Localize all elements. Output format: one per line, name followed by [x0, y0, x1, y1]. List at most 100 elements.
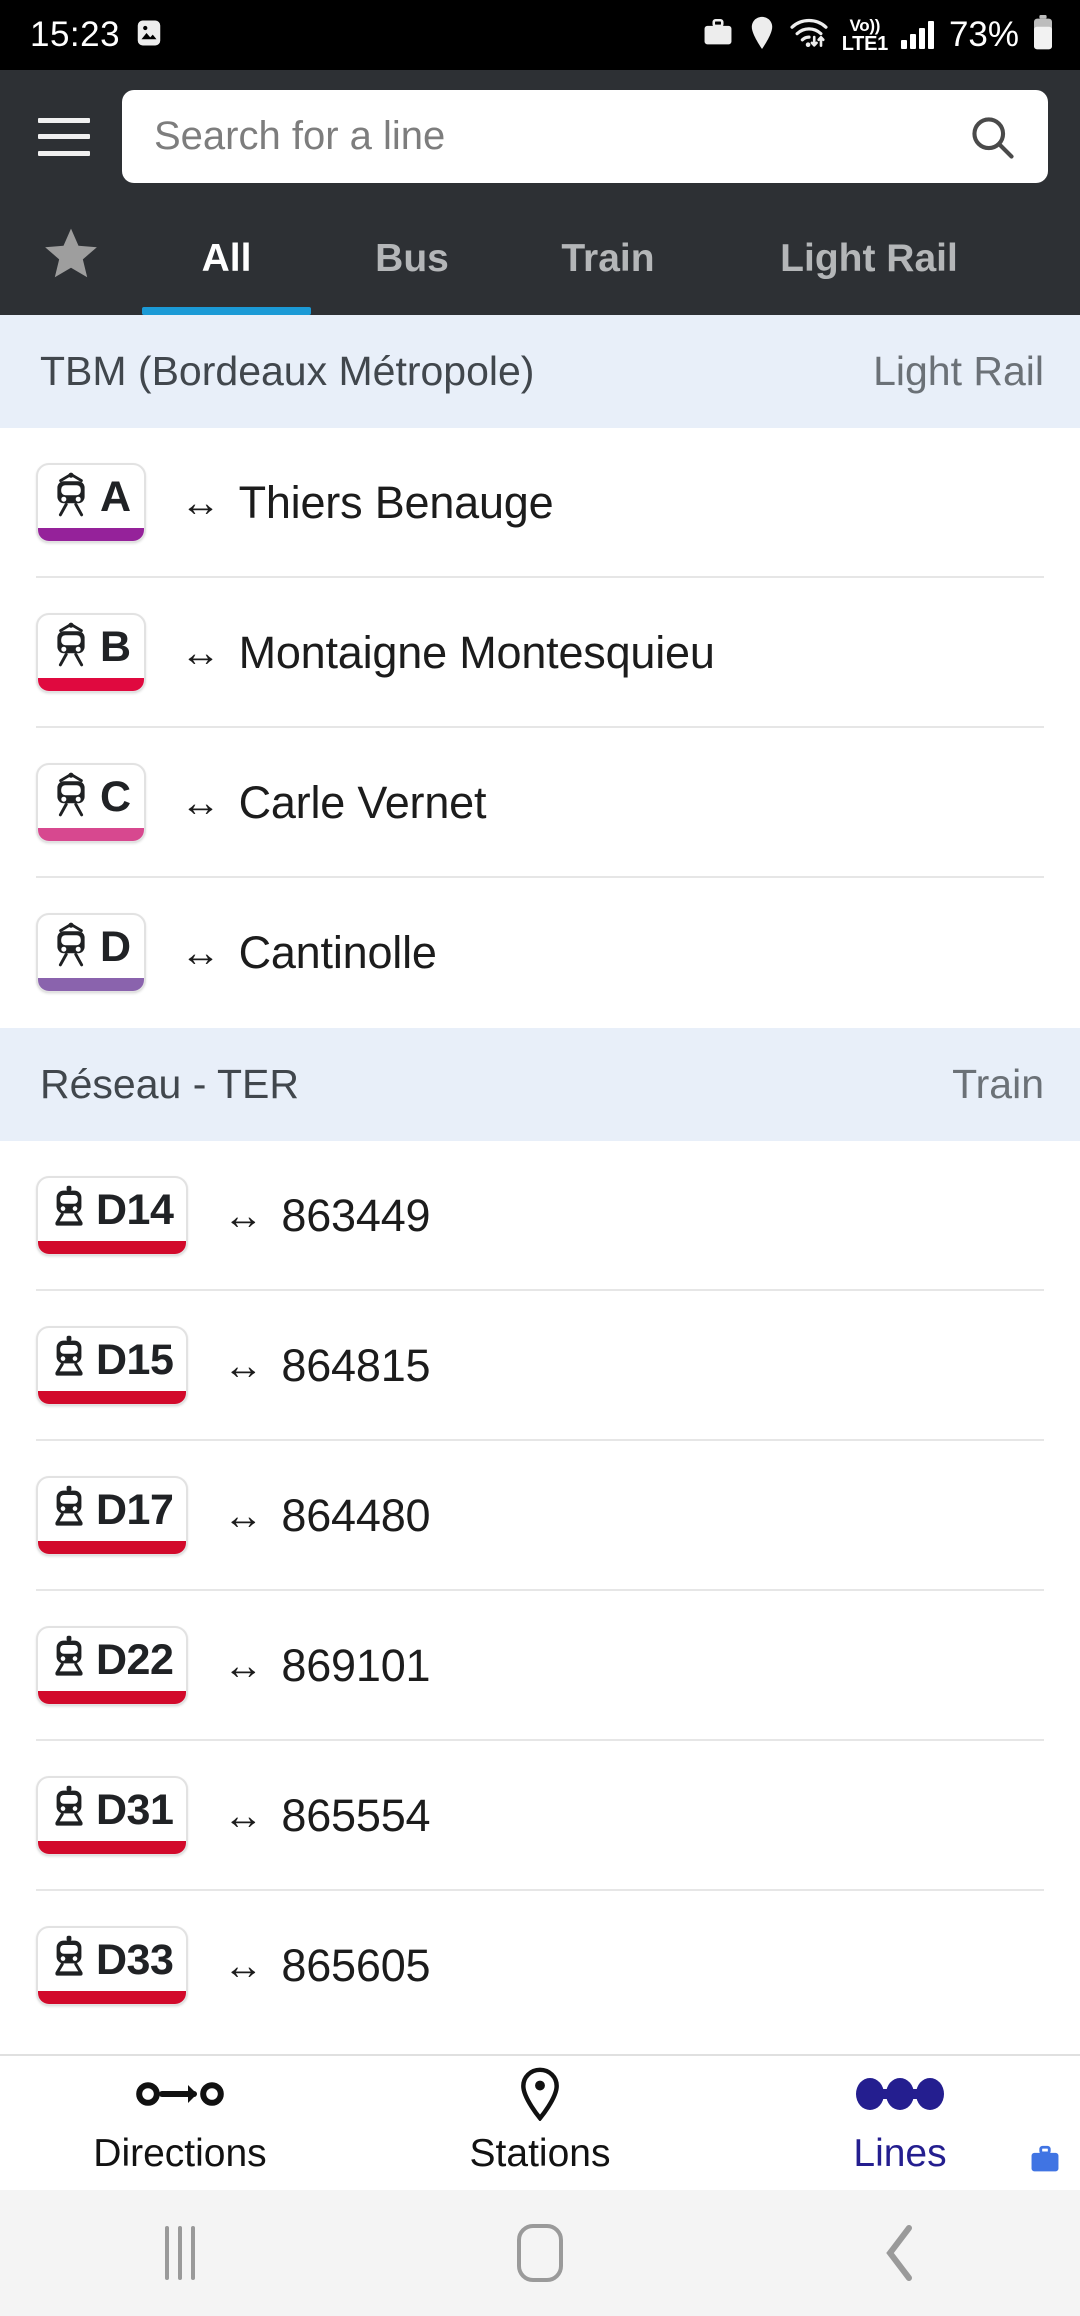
- nav-item-directions[interactable]: Directions: [0, 2056, 360, 2190]
- line-code: A: [100, 473, 131, 521]
- status-bar-left: 15:23: [30, 15, 164, 55]
- group-name: Réseau - TER: [40, 1061, 300, 1107]
- line-row[interactable]: D14 ↔ 863449: [0, 1141, 1080, 1291]
- mode-tabs: All Bus Train Light Rail: [0, 203, 1080, 315]
- line-destination: ↔ Carle Vernet: [181, 777, 487, 829]
- train-icon: [49, 1335, 89, 1386]
- line-destination-label: Montaigne Montesquieu: [238, 627, 715, 678]
- signal-bars-icon: [900, 21, 934, 49]
- location-pin-icon: [748, 16, 776, 55]
- line-destination-label: 863449: [281, 1190, 431, 1241]
- star-icon: [42, 226, 100, 292]
- back-icon[interactable]: [820, 2190, 980, 2316]
- train-icon: [49, 1635, 89, 1686]
- android-navigation-bar: [0, 2190, 1080, 2316]
- work-briefcase-icon: [1028, 2143, 1062, 2182]
- volte-top-label: Vo)): [849, 15, 881, 35]
- directions-icon: [136, 2070, 224, 2118]
- group-mode: Light Rail: [873, 348, 1044, 394]
- line-code: D15: [96, 1336, 174, 1384]
- bidirectional-arrow-icon: ↔: [180, 781, 221, 825]
- bidirectional-arrow-icon: ↔: [180, 631, 221, 675]
- bidirectional-arrow-icon: ↔: [223, 1194, 264, 1238]
- line-destination: ↔ 864815: [223, 1340, 430, 1392]
- home-icon[interactable]: [460, 2190, 620, 2316]
- tab-light-rail[interactable]: Light Rail: [711, 203, 1027, 315]
- line-badge[interactable]: C: [36, 763, 146, 843]
- search-bar[interactable]: [122, 90, 1048, 183]
- tab-all-label: All: [201, 237, 252, 280]
- line-row[interactable]: D22 ↔ 869101: [0, 1591, 1080, 1741]
- line-badge[interactable]: B: [36, 613, 146, 693]
- recents-icon[interactable]: [100, 2190, 260, 2316]
- tab-bus[interactable]: Bus: [319, 203, 505, 315]
- tab-train[interactable]: Train: [505, 203, 711, 315]
- work-briefcase-icon: [701, 16, 735, 55]
- line-destination: ↔ 865605: [223, 1940, 430, 1992]
- line-row[interactable]: B ↔ Montaigne Montesquieu: [0, 578, 1080, 728]
- line-row[interactable]: D33 ↔ 865605: [0, 1891, 1080, 2041]
- search-input[interactable]: [154, 114, 956, 159]
- line-row[interactable]: D15 ↔ 864815: [0, 1291, 1080, 1441]
- line-row[interactable]: D31 ↔ 865554: [0, 1741, 1080, 1891]
- line-badge[interactable]: A: [36, 463, 146, 543]
- bidirectional-arrow-icon: ↔: [223, 1944, 264, 1988]
- line-badge[interactable]: D15: [36, 1326, 189, 1406]
- line-destination: ↔ 869101: [223, 1640, 430, 1692]
- group-mode: Train: [952, 1061, 1044, 1107]
- line-badge[interactable]: D22: [36, 1626, 189, 1706]
- line-badge[interactable]: D31: [36, 1776, 189, 1856]
- nav-item-lines[interactable]: Lines: [720, 2056, 1080, 2190]
- hamburger-menu-icon[interactable]: [34, 114, 94, 160]
- line-row[interactable]: A ↔ Thiers Benauge: [0, 428, 1080, 578]
- tab-favorites[interactable]: [8, 203, 134, 315]
- line-code: D17: [96, 1486, 174, 1534]
- photo-icon: [134, 18, 164, 53]
- line-color-bar: [38, 1841, 187, 1854]
- line-badge[interactable]: D: [36, 913, 146, 993]
- group-name: TBM (Bordeaux Métropole): [40, 348, 535, 394]
- line-destination: ↔ 865554: [223, 1790, 430, 1842]
- lines-list[interactable]: TBM (Bordeaux Métropole) Light Rail A ↔ Thie…: [0, 315, 1080, 2054]
- line-badge[interactable]: D17: [36, 1476, 189, 1556]
- line-row[interactable]: C ↔ Carle Vernet: [0, 728, 1080, 878]
- tram-icon: [49, 472, 93, 523]
- line-row[interactable]: D ↔ Cantinolle: [0, 878, 1080, 1028]
- battery-percent-label: 73%: [948, 15, 1019, 54]
- train-icon: [49, 1185, 89, 1236]
- volte-bottom-label: LTE1: [841, 32, 889, 55]
- bidirectional-arrow-icon: ↔: [180, 931, 221, 975]
- bidirectional-arrow-icon: ↔: [180, 481, 221, 525]
- line-destination-label: Cantinolle: [238, 927, 437, 978]
- battery-icon: [1032, 14, 1054, 56]
- bidirectional-arrow-icon: ↔: [223, 1794, 264, 1838]
- tab-all[interactable]: All: [134, 203, 319, 315]
- group-header: Réseau - TER Train: [0, 1028, 1080, 1141]
- status-bar-clock: 15:23: [30, 15, 121, 54]
- tab-train-label: Train: [561, 237, 655, 280]
- line-color-bar: [38, 528, 144, 541]
- line-badge[interactable]: D14: [36, 1176, 189, 1256]
- line-badge[interactable]: D33: [36, 1926, 189, 2006]
- bidirectional-arrow-icon: ↔: [223, 1344, 264, 1388]
- tram-icon: [49, 772, 93, 823]
- lines-icon: [852, 2070, 948, 2118]
- line-destination: ↔ Thiers Benauge: [181, 477, 554, 529]
- wifi-icon: [789, 16, 829, 55]
- line-destination-label: 865554: [281, 1790, 431, 1841]
- tab-light-rail-label: Light Rail: [780, 237, 958, 280]
- line-destination: ↔ Cantinolle: [181, 927, 437, 979]
- bottom-navigation: Directions Stations Lines: [0, 2054, 1080, 2190]
- line-destination: ↔ 863449: [223, 1190, 430, 1242]
- status-bar: 15:23 Vo)) LTE1 73%: [0, 0, 1080, 70]
- line-row[interactable]: D17 ↔ 864480: [0, 1441, 1080, 1591]
- line-destination: ↔ Montaigne Montesquieu: [181, 627, 715, 679]
- nav-item-directions-label: Directions: [93, 2132, 267, 2175]
- line-color-bar: [38, 828, 144, 841]
- train-icon: [49, 1485, 89, 1536]
- nav-item-stations[interactable]: Stations: [360, 2056, 720, 2190]
- search-icon[interactable]: [966, 111, 1018, 163]
- volte-icon: Vo)) LTE1: [841, 15, 889, 55]
- line-destination-label: 864815: [281, 1340, 431, 1391]
- line-color-bar: [38, 1541, 187, 1554]
